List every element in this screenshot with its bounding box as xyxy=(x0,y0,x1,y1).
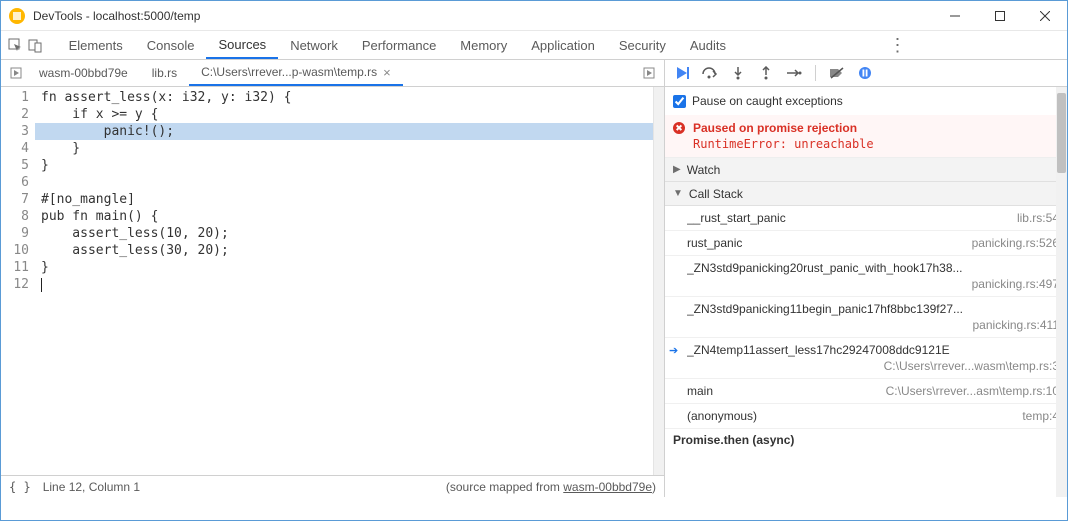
code-line[interactable]: if x >= y { xyxy=(41,106,653,123)
editor-scrollbar[interactable] xyxy=(653,87,664,475)
file-tab-label: lib.rs xyxy=(152,66,177,80)
file-tab[interactable]: lib.rs xyxy=(140,60,189,86)
code-line[interactable]: } xyxy=(41,140,653,157)
file-tab-label: C:\Users\rrever...p-wasm\temp.rs xyxy=(201,65,377,79)
main-tabbar: ElementsConsoleSourcesNetworkPerformance… xyxy=(1,31,1067,60)
tab-elements[interactable]: Elements xyxy=(57,31,135,59)
minimize-button[interactable] xyxy=(932,1,977,30)
source-map-info: (source mapped from wasm-00bbd79e) xyxy=(446,480,656,494)
tab-console[interactable]: Console xyxy=(135,31,207,59)
step-into-icon[interactable] xyxy=(729,64,747,82)
deactivate-breakpoints-icon[interactable] xyxy=(828,64,846,82)
frame-location: C:\Users\rrever...wasm\temp.rs:3 xyxy=(687,359,1059,373)
resume-icon[interactable] xyxy=(673,64,691,82)
frame-function: (anonymous) xyxy=(687,409,1014,423)
code-line[interactable] xyxy=(41,276,653,293)
async-label: Promise.then (async) xyxy=(665,429,1067,451)
frame-function: __rust_start_panic xyxy=(687,211,1009,225)
file-tab[interactable]: C:\Users\rrever...p-wasm\temp.rs × xyxy=(189,60,403,86)
line-gutter: 123456789101112 xyxy=(1,87,35,475)
tab-audits[interactable]: Audits xyxy=(678,31,738,59)
frame-location: temp:4 xyxy=(1022,409,1059,423)
frame-location: C:\Users\rrever...asm\temp.rs:10 xyxy=(886,384,1059,398)
code-area[interactable]: fn assert_less(x: i32, y: i32) { if x >=… xyxy=(35,87,653,475)
callstack-frame[interactable]: (anonymous) temp:4 xyxy=(665,404,1067,429)
callstack-frame[interactable]: main C:\Users\rrever...asm\temp.rs:10 xyxy=(665,379,1067,404)
callstack-frame[interactable]: rust_panic panicking.rs:526 xyxy=(665,231,1067,256)
pause-banner: ✖ Paused on promise rejection RuntimeErr… xyxy=(665,115,1067,158)
code-line[interactable]: panic!(); xyxy=(41,123,653,140)
callstack-frame[interactable]: ➔ _ZN4temp11assert_less17hc29247008ddc912… xyxy=(665,338,1067,379)
editor-statusbar: { } Line 12, Column 1 (source mapped fro… xyxy=(1,475,664,497)
frame-location: panicking.rs:411 xyxy=(687,318,1059,332)
pause-on-caught-checkbox[interactable] xyxy=(673,95,686,108)
resume-script-icon[interactable] xyxy=(5,62,27,84)
file-tab-label: wasm-00bbd79e xyxy=(39,66,128,80)
code-line[interactable]: pub fn main() { xyxy=(41,208,653,225)
pause-banner-detail: RuntimeError: unreachable xyxy=(693,137,1059,151)
callstack-frame[interactable]: _ZN3std9panicking11begin_panic17hf8bbc13… xyxy=(665,297,1067,338)
debugger-toolbar xyxy=(665,60,1067,87)
device-toolbar-icon[interactable] xyxy=(27,34,45,56)
frame-function: _ZN4temp11assert_less17hc29247008ddc9121… xyxy=(687,343,1059,357)
frame-function: _ZN3std9panicking11begin_panic17hf8bbc13… xyxy=(687,302,1059,316)
window-titlebar: DevTools - localhost:5000/temp xyxy=(1,1,1067,31)
callstack-frame[interactable]: __rust_start_panic lib.rs:54 xyxy=(665,206,1067,231)
frame-function: _ZN3std9panicking20rust_panic_with_hook1… xyxy=(687,261,1059,275)
code-line[interactable]: } xyxy=(41,259,653,276)
frame-location: panicking.rs:526 xyxy=(972,236,1059,250)
tab-security[interactable]: Security xyxy=(607,31,678,59)
file-tab[interactable]: wasm-00bbd79e xyxy=(27,60,140,86)
callstack-section-header[interactable]: ▼ Call Stack xyxy=(665,182,1067,206)
close-icon[interactable]: × xyxy=(383,65,391,80)
tab-application[interactable]: Application xyxy=(519,31,607,59)
code-line[interactable]: assert_less(30, 20); xyxy=(41,242,653,259)
pause-on-caught-label[interactable]: Pause on caught exceptions xyxy=(692,94,843,108)
braces-icon[interactable]: { } xyxy=(9,480,31,494)
debugger-panes: Pause on caught exceptions ✖ Paused on p… xyxy=(665,87,1067,497)
pause-on-caught-row[interactable]: Pause on caught exceptions xyxy=(665,87,1067,115)
window-title: DevTools - localhost:5000/temp xyxy=(33,9,932,23)
tab-memory[interactable]: Memory xyxy=(448,31,519,59)
step-over-icon[interactable] xyxy=(701,64,719,82)
error-icon: ✖ xyxy=(673,122,685,134)
step-icon[interactable] xyxy=(785,64,803,82)
callstack-frame[interactable]: _ZN3std9panicking20rust_panic_with_hook1… xyxy=(665,256,1067,297)
frame-location: panicking.rs:497 xyxy=(687,277,1059,291)
chevron-right-icon: ▶ xyxy=(673,164,681,175)
current-frame-icon: ➔ xyxy=(669,344,678,357)
code-line[interactable]: } xyxy=(41,157,653,174)
code-line[interactable] xyxy=(41,174,653,191)
maximize-button[interactable] xyxy=(977,1,1022,30)
chevron-down-icon: ▼ xyxy=(673,188,683,199)
file-tabbar: wasm-00bbd79e lib.rs C:\Users\rrever...p-w… xyxy=(1,60,664,87)
tab-network[interactable]: Network xyxy=(278,31,350,59)
pause-on-exceptions-icon[interactable] xyxy=(856,64,874,82)
close-button[interactable] xyxy=(1022,1,1067,30)
tab-performance[interactable]: Performance xyxy=(350,31,448,59)
step-out-icon[interactable] xyxy=(757,64,775,82)
inspect-element-icon[interactable] xyxy=(7,34,25,56)
cursor-position: Line 12, Column 1 xyxy=(43,480,140,494)
more-tabs-icon[interactable] xyxy=(638,62,660,84)
frame-function: main xyxy=(687,384,878,398)
devtools-icon xyxy=(9,8,25,24)
watch-section-header[interactable]: ▶ Watch xyxy=(665,158,1067,182)
code-line[interactable]: assert_less(10, 20); xyxy=(41,225,653,242)
code-editor[interactable]: 123456789101112 fn assert_less(x: i32, y… xyxy=(1,87,664,475)
source-map-link[interactable]: wasm-00bbd79e xyxy=(563,480,652,494)
code-line[interactable]: #[no_mangle] xyxy=(41,191,653,208)
panes-scrollbar[interactable] xyxy=(1056,87,1067,497)
code-line[interactable]: fn assert_less(x: i32, y: i32) { xyxy=(41,89,653,106)
frame-function: rust_panic xyxy=(687,236,964,250)
pause-banner-title: Paused on promise rejection xyxy=(693,121,1059,135)
tab-sources[interactable]: Sources xyxy=(206,31,278,59)
frame-location: lib.rs:54 xyxy=(1017,211,1059,225)
more-icon[interactable]: ⋮ xyxy=(880,35,914,56)
